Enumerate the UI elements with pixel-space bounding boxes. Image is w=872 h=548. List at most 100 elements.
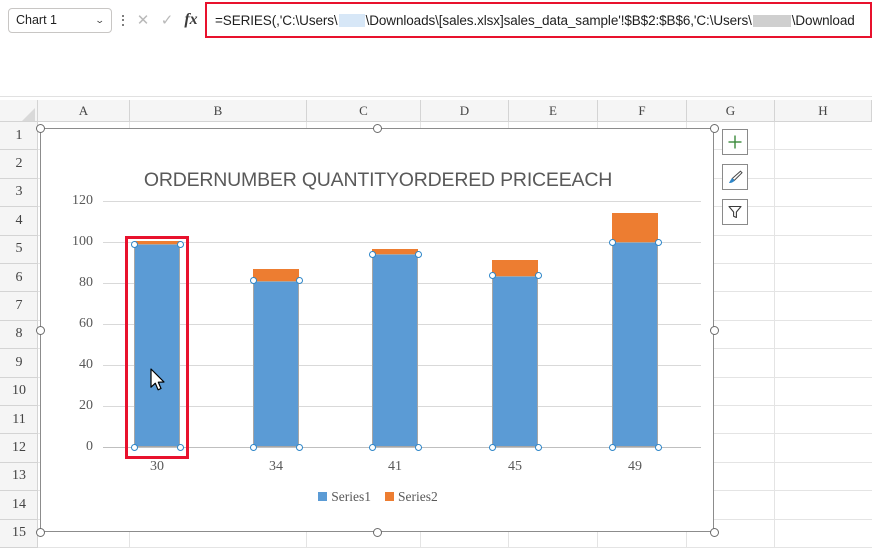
row-header-8[interactable]: 8 — [0, 321, 38, 350]
chart-elements-button[interactable] — [722, 129, 748, 155]
legend-item-series2[interactable]: Series2 — [385, 489, 438, 505]
series-point-handle[interactable] — [368, 250, 376, 258]
column-header-label: A — [78, 103, 89, 118]
row-header-label: 13 — [12, 468, 26, 484]
legend-label: Series2 — [398, 489, 438, 504]
chevron-down-icon[interactable]: ⌄ — [95, 15, 105, 25]
chart-elements-icon — [727, 134, 743, 150]
row-header-10[interactable]: 10 — [0, 378, 38, 406]
row-header-4[interactable]: 4 — [0, 207, 38, 236]
row-header-label: 7 — [15, 298, 23, 314]
chart-title[interactable]: ORDERNUMBER QUANTITYORDERED PRICEEACH — [41, 169, 715, 192]
chart-legend[interactable]: Series1 Series2 — [41, 489, 715, 505]
chart-side-buttons[interactable] — [722, 129, 748, 234]
series-point-handle[interactable] — [488, 443, 496, 451]
formula-input[interactable]: =SERIES(,'C:\Users\ \Downloads\[sales.xls… — [205, 2, 872, 38]
series-point-handle[interactable] — [295, 443, 303, 451]
y-axis-tick-label: 80 — [79, 275, 93, 290]
series-point-handle[interactable] — [654, 443, 662, 451]
series-point-handle[interactable] — [534, 443, 542, 451]
bar-segment-series1[interactable] — [612, 242, 658, 447]
row-header-label: 10 — [12, 383, 26, 399]
insert-function-icon[interactable]: fx — [179, 7, 203, 33]
column-header-F[interactable]: F — [598, 100, 687, 122]
highlight-box-first-bar — [125, 235, 189, 459]
chart-resize-handle-e[interactable] — [710, 326, 719, 335]
series-point-handle[interactable] — [608, 443, 616, 451]
chart-filters-button[interactable] — [722, 199, 748, 225]
chart-resize-handle-w[interactable] — [36, 326, 45, 335]
name-box-value: Chart 1 — [16, 13, 57, 27]
series-point-handle[interactable] — [608, 238, 616, 246]
row-header-13[interactable]: 13 — [0, 463, 38, 492]
bar-segment-series1[interactable] — [372, 254, 418, 447]
bar-segment-series2[interactable] — [253, 268, 299, 281]
row-header-7[interactable]: 7 — [0, 292, 38, 321]
series-point-handle[interactable] — [249, 277, 257, 285]
chart-resize-handle-n[interactable] — [373, 124, 382, 133]
bar-segment-series2[interactable] — [612, 213, 658, 242]
row-header-6[interactable]: 6 — [0, 264, 38, 293]
bar-segment-series1[interactable] — [492, 275, 538, 447]
series-point-handle[interactable] — [414, 443, 422, 451]
row-header-15[interactable]: 15 — [0, 520, 38, 548]
row-header-1[interactable]: 1 — [0, 122, 38, 151]
series-point-handle[interactable] — [488, 272, 496, 280]
row-header-label: 14 — [12, 496, 26, 512]
chart-styles-button[interactable] — [722, 164, 748, 190]
row-header-label: 8 — [15, 326, 23, 342]
row-header-14[interactable]: 14 — [0, 491, 38, 520]
series-point-handle[interactable] — [249, 443, 257, 451]
column-header-G[interactable]: G — [687, 100, 775, 122]
column-header-C[interactable]: C — [307, 100, 421, 122]
row-header-2[interactable]: 2 — [0, 150, 38, 179]
redacted-username-1 — [338, 14, 365, 28]
row-header-9[interactable]: 9 — [0, 349, 38, 378]
row-header-label: 11 — [12, 411, 26, 427]
chart-resize-handle-se[interactable] — [710, 528, 719, 537]
chart-resize-handle-s[interactable] — [373, 528, 382, 537]
column-header-label: F — [638, 103, 646, 118]
name-box[interactable]: Chart 1 ⌄ — [8, 7, 112, 33]
column-header-label: H — [818, 103, 828, 118]
row-headers[interactable]: 1 2 3 4 5 6 7 8 9 10 11 12 13 14 15 — [0, 122, 38, 548]
column-header-B[interactable]: B — [130, 100, 307, 122]
column-header-D[interactable]: D — [421, 100, 509, 122]
bar-segment-series2[interactable] — [492, 260, 538, 276]
bar-segment-series1[interactable] — [253, 280, 299, 447]
row-header-11[interactable]: 11 — [0, 406, 38, 435]
formula-text: =SERIES(,'C:\Users\ \Downloads\[sales.xls… — [215, 13, 855, 28]
row-header-label: 9 — [15, 354, 23, 370]
legend-swatch — [318, 492, 328, 501]
column-headers[interactable]: A B C D E F G H — [0, 100, 872, 122]
y-axis-tick-label: 100 — [72, 234, 93, 249]
series-point-handle[interactable] — [368, 443, 376, 451]
select-all-corner[interactable] — [0, 100, 38, 122]
series-point-handle[interactable] — [654, 238, 662, 246]
row-header-5[interactable]: 5 — [0, 236, 38, 264]
formula-bar-expanded-area — [205, 40, 872, 97]
series-point-handle[interactable] — [295, 277, 303, 285]
series-point-handle[interactable] — [414, 250, 422, 258]
chart-resize-handle-ne[interactable] — [710, 124, 719, 133]
legend-label: Series1 — [331, 489, 371, 504]
confirm-icon[interactable]: ✓ — [155, 7, 179, 33]
row-header-3[interactable]: 3 — [0, 179, 38, 208]
formula-bar-divider — [0, 96, 872, 97]
row-header-label: 6 — [15, 269, 23, 285]
chart-object[interactable]: ORDERNUMBER QUANTITYORDERED PRICEEACH 0 2… — [36, 124, 719, 537]
column-header-A[interactable]: A — [38, 100, 130, 122]
column-header-E[interactable]: E — [509, 100, 598, 122]
chart-resize-handle-nw[interactable] — [36, 124, 45, 133]
more-options-icon[interactable] — [115, 8, 131, 33]
column-header-label: C — [359, 103, 368, 118]
row-header-12[interactable]: 12 — [0, 434, 38, 463]
legend-item-series1[interactable]: Series1 — [318, 489, 371, 505]
redacted-username-2 — [752, 14, 791, 27]
x-axis-tick-label: 41 — [388, 459, 402, 474]
row-header-label: 3 — [15, 184, 23, 200]
chart-resize-handle-sw[interactable] — [36, 528, 45, 537]
cancel-icon[interactable]: ✕ — [131, 7, 155, 33]
column-header-H[interactable]: H — [775, 100, 872, 122]
series-point-handle[interactable] — [534, 272, 542, 280]
